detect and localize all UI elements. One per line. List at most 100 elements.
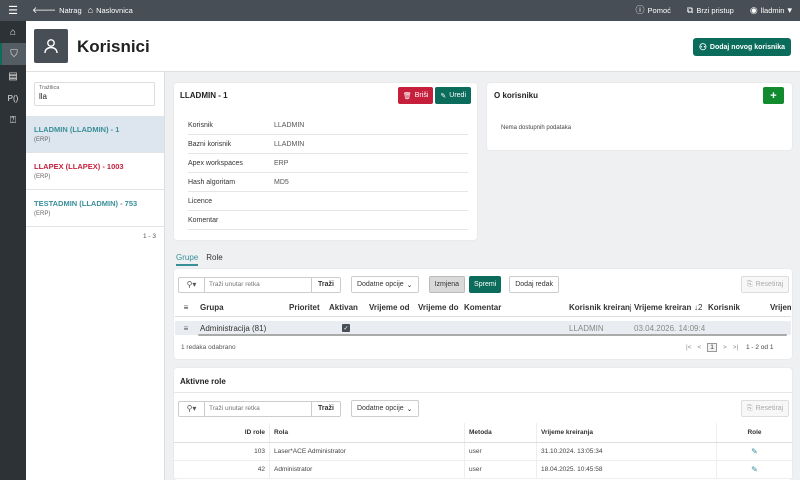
prev-page-icon[interactable]: < (697, 344, 701, 351)
detail-key: Apex workspaces (188, 159, 243, 167)
nav-home-icon[interactable]: ⌂ (0, 21, 26, 43)
user-menu[interactable]: ◉ lladmin ▾ (749, 5, 792, 16)
edit-icon: ✎ (440, 92, 447, 100)
nav-help-icon[interactable]: ⍰ (0, 109, 26, 131)
menu-icon[interactable]: ☰ (0, 0, 26, 21)
list-item[interactable]: TESTADMIN (LLADMIN) - 753 (ERP) (26, 190, 164, 227)
add-user-icon: ⚇ (698, 41, 707, 52)
roles-reset-button[interactable]: ⎘ Resetiraj (741, 400, 790, 417)
detail-key: Licence (188, 197, 213, 205)
quick-access-icon: ⧉ (686, 5, 694, 15)
table-row[interactable]: 42 Administrator user 18.04.2025. 10:45:58 ✎ (174, 461, 792, 479)
last-page-icon[interactable]: >| (733, 344, 738, 351)
user-list-pager: 1 - 3 (142, 233, 156, 240)
col-korisnik[interactable]: Korisnik (705, 303, 767, 312)
current-page[interactable]: 1 (707, 343, 717, 352)
about-empty-text: Nema dostupnih podataka (501, 125, 572, 131)
quick-access-button[interactable]: ⧉ Brzi pristup (686, 5, 734, 16)
roles-table: ID role Rola Metoda Vrijeme kreiranja Ro… (174, 423, 792, 479)
search-icon[interactable]: ⚲▾ (179, 277, 205, 292)
groups-pagination: |< <1 > >| 1 - 2 od 1 (686, 343, 773, 352)
roles-search-input[interactable] (205, 401, 311, 416)
col-grupa[interactable]: Grupa (197, 303, 286, 312)
col-id-role[interactable]: ID role (174, 423, 270, 442)
detail-row: Bazni korisnik LLADMIN (188, 135, 468, 154)
cell-vrijeme: 31.10.2024. 13:05:34 (537, 443, 717, 460)
col-vrijeme-kreiranja[interactable]: Vrijeme kreiranja (631, 303, 691, 312)
groups-search-input[interactable] (205, 277, 311, 292)
changes-button[interactable]: Izmjena (428, 276, 466, 293)
roles-more-options[interactable]: Dodatne opcije ⌄ (350, 400, 419, 417)
back-button[interactable]: 🡐 Natrag (32, 6, 82, 16)
col-vrijeme-do[interactable]: Vrijeme do (415, 303, 461, 312)
cell-grupa[interactable]: Administracija (81) (197, 324, 286, 333)
first-page-icon[interactable]: |< (686, 344, 691, 351)
tab-groups[interactable]: Grupe (176, 253, 199, 266)
roles-table-header: ID role Rola Metoda Vrijeme kreiranja Ro… (174, 423, 792, 443)
nav-document-icon[interactable]: ▤ (0, 65, 26, 87)
groups-toolbar: ⚲▾ Traži Dodatne opcije⌄ Izmjena Spremi … (178, 276, 559, 293)
edit-role-icon[interactable]: ✎ (751, 465, 758, 474)
cell-id: 103 (174, 443, 270, 460)
chevron-down-icon: ⌄ (406, 281, 413, 289)
roles-search-button[interactable]: Traži (311, 401, 340, 416)
groups-reset-button[interactable]: ⎘ Resetiraj (741, 276, 790, 293)
groups-more-options[interactable]: Dodatne opcije ⌄ (350, 276, 419, 293)
col-komentar[interactable]: Komentar (461, 303, 566, 312)
col-korisnik-kreiranja[interactable]: Korisnik kreiranja (566, 303, 631, 312)
groups-selected-text: 1 redaka odabrano (181, 344, 236, 351)
add-row-button[interactable]: Dodaj redak (509, 276, 559, 293)
col-vrijeme-kreiranja[interactable]: Vrijeme kreiranja (537, 423, 717, 442)
user-icon: ◉ (749, 5, 758, 15)
groups-search: ⚲▾ Traži (178, 276, 341, 293)
active-checkbox[interactable]: ✓ (342, 324, 350, 332)
roles-search: ⚲▾ Traži (178, 400, 341, 417)
col-prioritet[interactable]: Prioritet (286, 303, 326, 312)
detail-value: MD5 (274, 178, 289, 186)
col-vrijeme[interactable]: Vrijem (767, 303, 791, 312)
help-button[interactable]: ⓘ Pomoć (636, 6, 671, 16)
roles-toolbar: ⚲▾ Traži Dodatne opcije⌄ (178, 400, 419, 417)
detail-key: Korisnik (188, 121, 213, 129)
search-field[interactable]: Tražilica lla (34, 82, 155, 106)
col-rola[interactable]: Rola (270, 423, 465, 442)
home-button[interactable]: ⌂ Naslovnica (88, 6, 133, 16)
search-value[interactable]: lla (39, 92, 150, 101)
row-menu-icon[interactable]: ≡ (175, 324, 197, 333)
add-about-button[interactable]: + (763, 87, 784, 104)
tab-roles[interactable]: Role (206, 253, 222, 266)
table-row[interactable]: 103 Laser*ACE Administrator user 31.10.2024… (174, 443, 792, 461)
detail-key: Komentar (188, 216, 219, 224)
edit-button[interactable]: ✎ Uredi (435, 87, 471, 104)
save-button[interactable]: Spremi (469, 276, 502, 293)
groups-row[interactable]: ≡ Administracija (81) ✓ LLADMIN 03.04.20… (175, 321, 791, 335)
groups-search-button[interactable]: Traži (311, 277, 340, 292)
delete-button[interactable]: 🗑 Briši (397, 87, 434, 104)
col-aktivan[interactable]: Aktivan (326, 303, 366, 312)
detail-title: LLADMIN - 1 (180, 91, 228, 100)
list-item[interactable]: LLAPEX (LLAPEX) - 1003 (ERP) (26, 153, 164, 190)
edit-role-icon[interactable]: ✎ (751, 447, 758, 456)
detail-row: Hash algoritam MD5 (188, 173, 468, 192)
user-list: LLADMIN (LLADMIN) - 1 (ERP) LLAPEX (LLAPEX… (26, 116, 164, 227)
grid-scrollbar[interactable] (198, 334, 787, 336)
detail-row: Apex workspaces ERP (188, 154, 468, 173)
page-header: Korisnici ⚇ Dodaj novog korisnika (26, 21, 800, 72)
user-detail-card: LLADMIN - 1 🗑 Briši ✎ Uredi Korisnik LLADMI… (174, 83, 477, 240)
user-icon (34, 29, 68, 63)
list-item[interactable]: LLADMIN (LLADMIN) - 1 (ERP) (26, 116, 164, 153)
add-user-button[interactable]: ⚇ Dodaj novog korisnika (692, 38, 791, 56)
cell-metoda: user (465, 461, 537, 478)
roles-title: Aktivne role (180, 377, 226, 386)
grid-menu-icon[interactable]: ≡ (175, 303, 197, 312)
search-icon[interactable]: ⚲▾ (179, 401, 205, 416)
next-page-icon[interactable]: > (723, 344, 727, 351)
detail-row: Komentar (188, 211, 468, 230)
col-metoda[interactable]: Metoda (465, 423, 537, 442)
nav-procedure-icon[interactable]: P() (0, 87, 26, 109)
cell-vrijeme: 18.04.2025. 10:45:58 (537, 461, 717, 478)
col-vrijeme-od[interactable]: Vrijeme od (366, 303, 415, 312)
detail-value: LLADMIN (274, 121, 305, 129)
nav-shield-icon[interactable]: ⛉ (0, 43, 26, 65)
col-role[interactable]: Role (717, 423, 792, 442)
